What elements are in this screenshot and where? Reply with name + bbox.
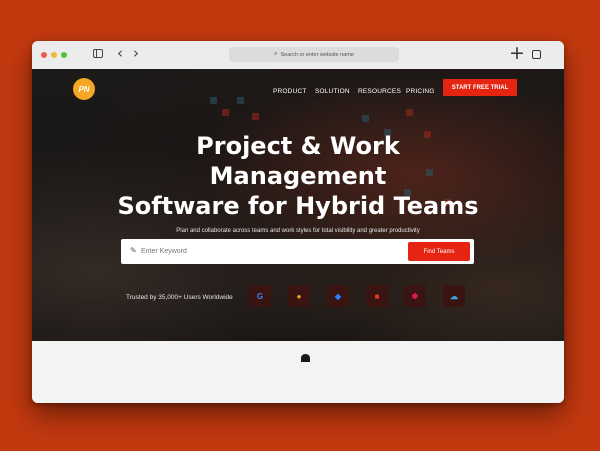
sticky-note-decoration	[362, 115, 369, 122]
search-icon: ⌕	[274, 51, 278, 57]
nav-item-pricing[interactable]: PRICING	[406, 88, 435, 95]
sticky-note-decoration	[237, 97, 244, 104]
search-icon: ✎	[130, 246, 137, 255]
sticky-note-decoration	[222, 109, 229, 116]
trusted-by-text: Trusted by 35,000+ Users Worldwide	[126, 294, 233, 301]
logo-text: PN	[78, 84, 90, 94]
back-arrow-icon[interactable]: ‹	[117, 46, 123, 61]
nav-item-solution[interactable]: SOLUTION	[315, 88, 350, 95]
close-window-icon[interactable]	[41, 52, 47, 58]
address-bar[interactable]: ⌕ Search or enter website name	[229, 47, 399, 62]
slack-icon: ✱	[404, 285, 426, 307]
hero-section: PN PRODUCT SOLUTION RESOURCES PRICING ST…	[32, 69, 564, 341]
google-icon: G	[249, 285, 271, 307]
headline-line-3: Software for Hybrid Teams	[117, 192, 479, 220]
hero-headline: Project & Work Management Software for H…	[32, 131, 564, 221]
find-teams-label: Find Teams	[423, 248, 455, 255]
browser-window: ‹ › ⌕ Search or enter website name + PN …	[32, 41, 564, 403]
find-teams-button[interactable]: Find Teams	[408, 242, 470, 261]
nav-item-product[interactable]: PRODUCT	[273, 88, 307, 95]
headline-line-1: Project & Work	[196, 132, 400, 160]
forward-arrow-icon[interactable]: ›	[133, 46, 139, 61]
browser-toolbar: ‹ › ⌕ Search or enter website name +	[32, 41, 564, 70]
office-icon: ■	[366, 285, 388, 307]
scroll-indicator-icon	[301, 354, 310, 362]
nav-item-resources[interactable]: RESOURCES	[358, 88, 401, 95]
keyword-search-bar: ✎ Find Teams	[121, 239, 474, 264]
new-tab-plus-icon[interactable]: +	[509, 44, 525, 63]
sidebar-toggle-icon[interactable]	[93, 49, 103, 58]
headline-line-2: Management	[209, 162, 387, 190]
below-fold-section	[32, 341, 564, 403]
keyword-search-input[interactable]	[141, 244, 391, 259]
sticky-note-decoration	[252, 113, 259, 120]
maximize-window-icon[interactable]	[61, 52, 67, 58]
sticky-note-decoration	[406, 109, 413, 116]
orange-globe-icon: ●	[288, 285, 310, 307]
tab-overview-icon[interactable]	[529, 47, 541, 59]
sticky-note-decoration	[210, 97, 217, 104]
brand-logo[interactable]: PN	[73, 78, 95, 100]
jira-icon: ◆	[327, 285, 349, 307]
start-free-trial-button[interactable]: START FREE TRIAL	[443, 79, 517, 96]
address-placeholder: Search or enter website name	[280, 51, 354, 58]
hero-subheadline: Plan and collaborate across teams and wo…	[176, 228, 420, 234]
start-free-trial-label: START FREE TRIAL	[451, 84, 509, 91]
minimize-window-icon[interactable]	[51, 52, 57, 58]
cloud-icon: ☁	[443, 285, 465, 307]
